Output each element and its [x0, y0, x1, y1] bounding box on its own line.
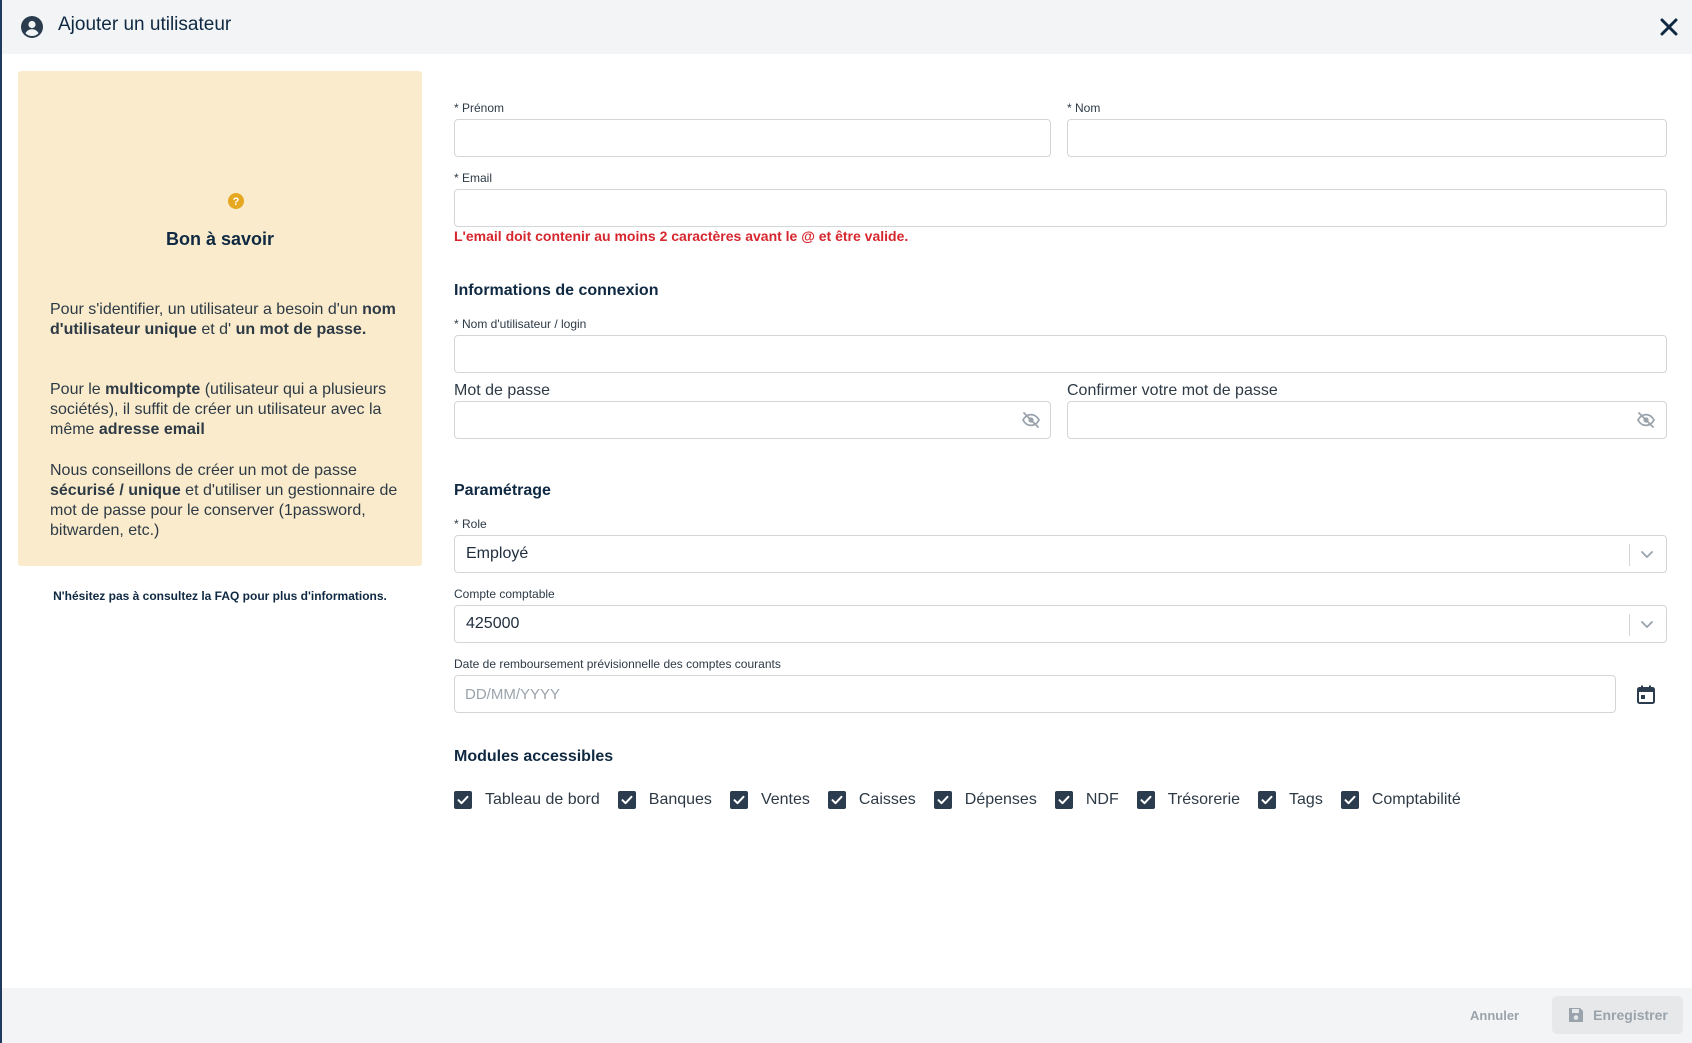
dialog-header: Ajouter un utilisateur	[2, 0, 1692, 54]
check-icon	[1261, 795, 1273, 805]
calendar-icon[interactable]	[1635, 684, 1657, 706]
help-icon: ?	[228, 193, 244, 209]
email-label: * Email	[454, 171, 493, 185]
info-faq-note: N'hésitez pas à consultez la FAQ pour pl…	[53, 589, 387, 603]
info-paragraph-multicompte: Pour le multicompte (utilisateur qui a p…	[50, 381, 387, 438]
check-icon	[831, 795, 843, 805]
password-label: Mot de passe	[454, 382, 551, 399]
prenom-label: * Prénom	[454, 101, 505, 115]
module-tableau-de-bord[interactable]: Tableau de bord	[454, 791, 618, 809]
confirm-password-input[interactable]	[1067, 401, 1667, 439]
checkbox[interactable]	[729, 791, 748, 809]
module-tresorerie[interactable]: Trésorerie	[1136, 791, 1258, 809]
module-comptabilite[interactable]: Comptabilité	[1340, 791, 1479, 809]
nom-input[interactable]	[1067, 119, 1667, 157]
module-tags[interactable]: Tags	[1258, 791, 1341, 809]
info-paragraph-password: Nous conseillons de créer un mot de pass…	[50, 462, 398, 539]
modules-list: Tableau de bord Banques Ventes Caisses D…	[454, 788, 1479, 812]
user-circle-icon	[21, 16, 43, 38]
compte-label: Compte comptable	[454, 587, 555, 601]
select-separator	[1629, 614, 1630, 636]
check-icon	[1140, 795, 1152, 805]
svg-text:?: ?	[233, 196, 240, 208]
eye-off-icon[interactable]	[1021, 410, 1041, 430]
confirm-password-label: Confirmer votre mot de passe	[1067, 382, 1278, 399]
info-panel: ? Bon à savoir Pour s'identifier, un uti…	[18, 71, 422, 603]
module-label: Tableau de bord	[485, 791, 600, 808]
save-button[interactable]: Enregistrer	[1552, 996, 1683, 1034]
checkbox[interactable]	[1054, 791, 1073, 809]
compte-select[interactable]: 425000	[454, 605, 1667, 643]
module-label: NDF	[1085, 791, 1119, 808]
role-value: Employé	[466, 545, 529, 562]
info-title: Bon à savoir	[165, 229, 275, 249]
cancel-button[interactable]: Annuler	[1470, 1008, 1519, 1023]
check-icon	[1344, 795, 1356, 805]
modules-section-title: Modules accessibles	[454, 748, 614, 765]
module-ventes[interactable]: Ventes	[729, 791, 828, 809]
role-select[interactable]: Employé	[454, 535, 1667, 573]
module-label: Dépenses	[964, 791, 1037, 808]
checkbox[interactable]	[1136, 791, 1155, 809]
select-separator	[1629, 544, 1630, 566]
login-label: * Nom d'utilisateur / login	[454, 317, 587, 331]
checkbox[interactable]	[454, 791, 472, 809]
checkbox[interactable]	[1340, 791, 1359, 809]
eye-off-icon[interactable]	[1636, 410, 1656, 430]
prenom-input[interactable]	[454, 119, 1051, 157]
module-banques[interactable]: Banques	[617, 791, 730, 809]
module-label: Trésorerie	[1167, 791, 1241, 808]
date-label: Date de remboursement prévisionnelle des…	[454, 657, 781, 671]
parametrage-section-title: Paramétrage	[454, 482, 551, 499]
module-label: Banques	[648, 791, 712, 808]
compte-value: 425000	[466, 615, 520, 632]
info-paragraph-identification: Pour s'identifier, un utilisateur a beso…	[50, 301, 396, 338]
check-icon	[733, 795, 745, 805]
dialog-title: Ajouter un utilisateur	[58, 14, 232, 35]
module-ndf[interactable]: NDF	[1054, 791, 1137, 809]
nom-label: * Nom	[1067, 101, 1101, 115]
check-icon	[457, 795, 469, 805]
save-icon	[1569, 1008, 1584, 1022]
check-icon	[937, 795, 949, 805]
module-caisses[interactable]: Caisses	[827, 791, 934, 809]
dialog-footer	[2, 988, 1692, 1043]
checkbox[interactable]	[933, 791, 952, 809]
chevron-down-icon	[1641, 551, 1653, 558]
check-icon	[1058, 795, 1070, 805]
left-edge-strip	[0, 0, 2, 1043]
role-label: * Role	[454, 517, 487, 531]
close-icon	[1660, 18, 1678, 36]
save-button-label: Enregistrer	[1593, 1007, 1668, 1023]
login-input[interactable]	[454, 335, 1667, 373]
check-icon	[621, 795, 633, 805]
chevron-down-icon	[1641, 621, 1653, 628]
module-label: Comptabilité	[1371, 791, 1461, 808]
email-input[interactable]	[454, 189, 1667, 227]
module-label: Tags	[1289, 791, 1323, 808]
checkbox[interactable]	[1258, 791, 1277, 809]
checkbox[interactable]	[617, 791, 636, 809]
close-button[interactable]	[1654, 12, 1684, 42]
module-label: Caisses	[858, 791, 916, 808]
password-input[interactable]	[454, 401, 1051, 439]
checkbox[interactable]	[827, 791, 846, 809]
module-depenses[interactable]: Dépenses	[933, 791, 1055, 809]
connexion-section-title: Informations de connexion	[454, 282, 659, 299]
email-error-message: L'email doit contenir au moins 2 caractè…	[454, 228, 909, 244]
module-label: Ventes	[760, 791, 810, 808]
date-input[interactable]	[454, 675, 1616, 713]
